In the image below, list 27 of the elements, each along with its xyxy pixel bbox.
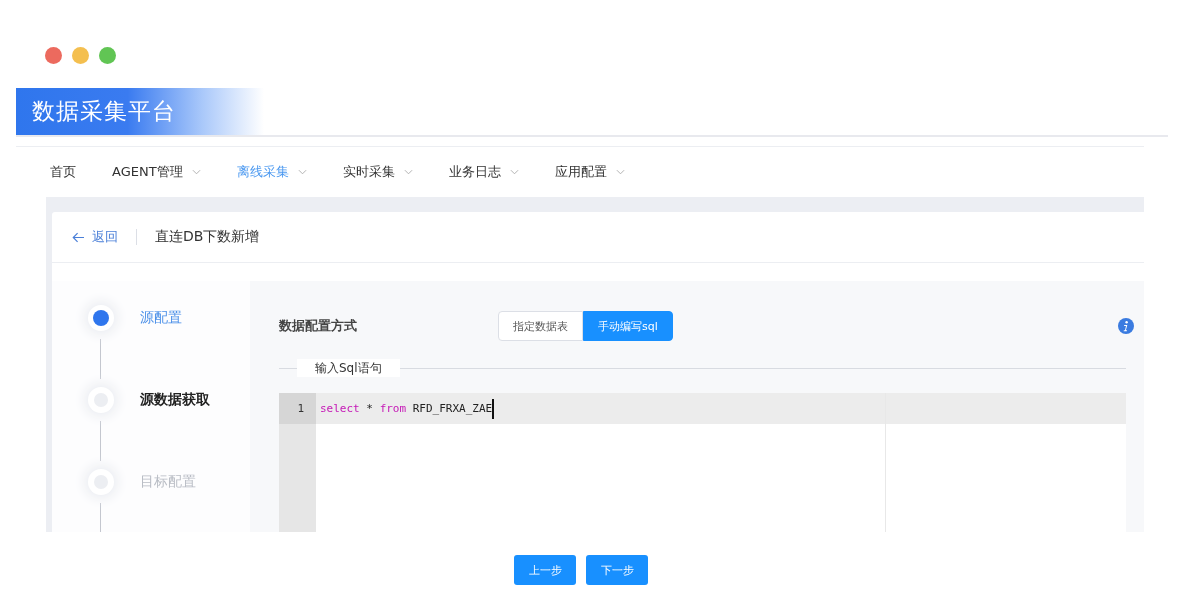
page-title: 直连DB下数新增 bbox=[155, 228, 260, 246]
chevron-down-icon bbox=[615, 169, 625, 175]
nav-menu-item[interactable]: 实时采集 bbox=[342, 161, 413, 183]
step-label: 源配置 bbox=[140, 309, 182, 327]
text-cursor bbox=[492, 398, 495, 419]
sql-editor[interactable]: 1 select * from RFD_FRXA_ZAE bbox=[279, 393, 1126, 532]
field-label: 数据配置方式 bbox=[279, 317, 358, 335]
step-label: 源数据获取 bbox=[140, 391, 210, 409]
minimize-button[interactable] bbox=[72, 47, 89, 64]
close-button[interactable] bbox=[45, 47, 62, 64]
nav-menu-item[interactable]: 业务日志 bbox=[448, 161, 519, 183]
nav-menu-item[interactable]: 首页 bbox=[50, 161, 76, 183]
segment-option[interactable]: 指定数据表 bbox=[498, 311, 583, 341]
chevron-down-icon bbox=[403, 169, 413, 175]
line-number: 1 bbox=[279, 393, 316, 424]
step-label: 目标配置 bbox=[140, 473, 196, 491]
info-icon[interactable] bbox=[1118, 318, 1134, 334]
chevron-down-icon bbox=[297, 169, 307, 175]
back-link[interactable]: 返回 bbox=[72, 228, 118, 246]
chevron-down-icon bbox=[191, 169, 201, 175]
app-title: 数据采集平台 bbox=[32, 97, 176, 126]
arrow-left-icon bbox=[72, 231, 85, 243]
chevron-down-icon bbox=[509, 169, 519, 175]
nav-menu-item[interactable]: 应用配置 bbox=[554, 161, 625, 183]
section-legend: 输入Sql语句 bbox=[297, 359, 400, 377]
nav-menu-item[interactable]: AGENT管理 bbox=[112, 161, 201, 183]
maximize-button[interactable] bbox=[99, 47, 116, 64]
